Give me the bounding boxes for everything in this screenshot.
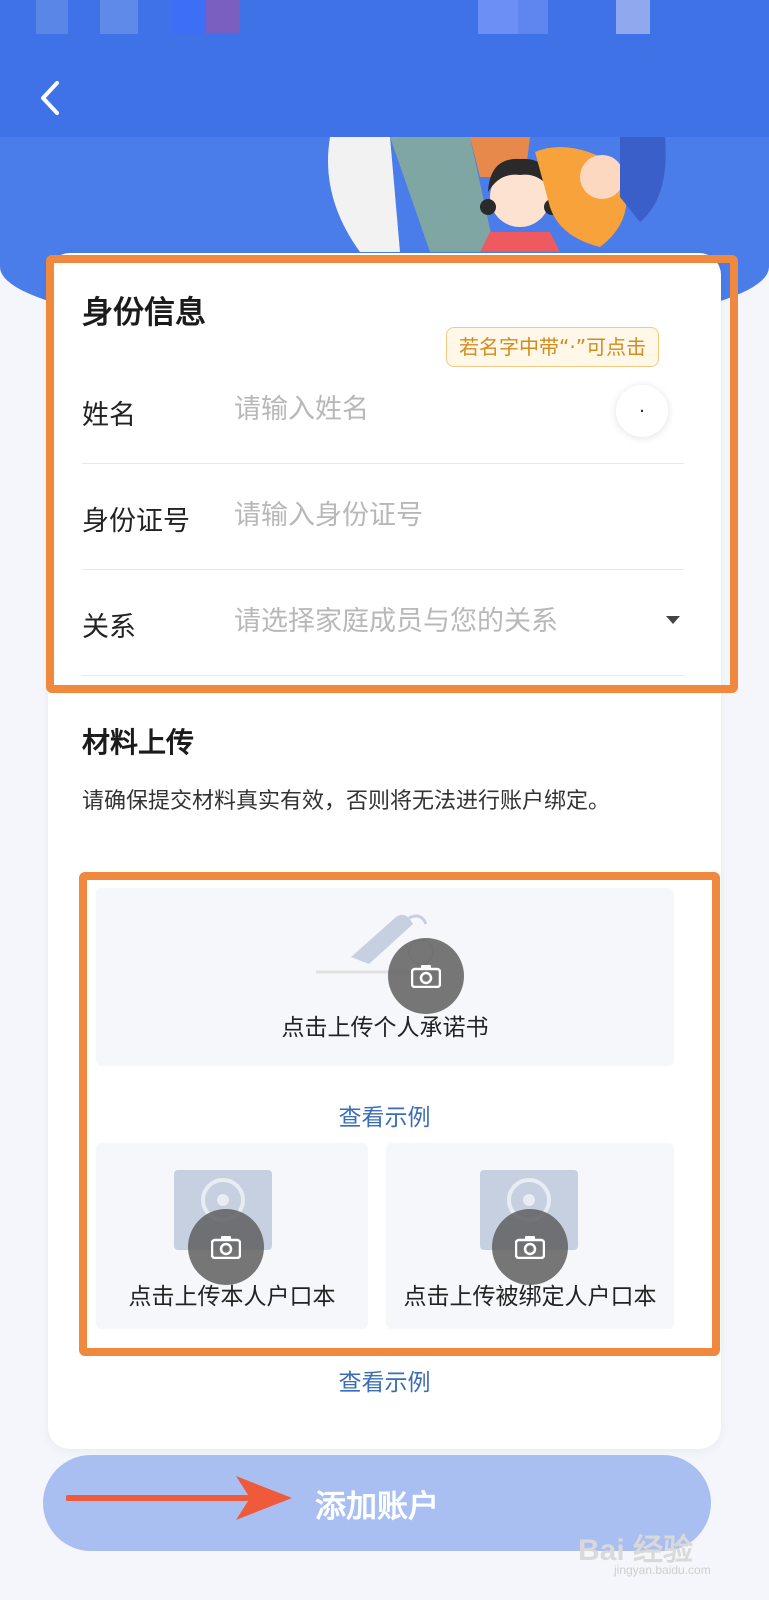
status-bar: [0, 0, 769, 34]
bound-hukou-upload-box[interactable]: 点击上传被绑定人户口本: [386, 1143, 674, 1329]
back-button[interactable]: [32, 76, 68, 120]
id-number-label: 身份证号: [82, 506, 190, 537]
middle-dot-button[interactable]: ·: [616, 385, 668, 437]
baidu-jingyan-watermark: Bai 经验 jingyan.baidu.com: [578, 1525, 758, 1583]
name-input[interactable]: [234, 387, 614, 431]
name-label: 姓名: [82, 400, 136, 431]
family-illustration: [328, 137, 666, 252]
dropdown-arrow-icon: [666, 616, 680, 624]
relation-select[interactable]: [234, 599, 654, 643]
chevron-left-icon: [41, 81, 59, 115]
own-hukou-upload-label: 点击上传本人户口本: [128, 1284, 336, 1310]
top-navigation-bar: [0, 0, 769, 137]
camera-icon: [492, 1209, 568, 1285]
bound-hukou-upload-label: 点击上传被绑定人户口本: [403, 1284, 657, 1310]
own-hukou-upload-box[interactable]: 点击上传本人户口本: [96, 1143, 368, 1329]
middle-dot-label: ·: [639, 400, 645, 422]
relation-label: 关系: [82, 612, 136, 643]
promise-upload-label: 点击上传个人承诺书: [281, 1015, 489, 1041]
name-row: 姓名 ·: [82, 357, 684, 464]
identity-section-title: 身份信息: [82, 295, 206, 331]
view-example-link-2[interactable]: 查看示例: [48, 1363, 721, 1397]
view-example-link-1[interactable]: 查看示例: [48, 1098, 721, 1132]
relation-row[interactable]: 关系: [82, 569, 684, 676]
camera-icon: [388, 938, 464, 1014]
promise-upload-box[interactable]: 点击上传个人承诺书: [96, 888, 674, 1066]
annotation-arrow-icon: [66, 1476, 292, 1520]
id-number-row: 身份证号: [82, 463, 684, 570]
materials-section-title: 材料上传: [82, 726, 195, 759]
materials-description: 请确保提交材料真实有效，否则将无法进行账户绑定。: [82, 789, 611, 814]
camera-icon: [188, 1209, 264, 1285]
watermark-url: jingyan.baidu.com: [614, 1563, 711, 1577]
form-card: 身份信息 若名字中带“·”可点击 姓名 · 身份证号 关系 材料上传 请确保提交…: [48, 253, 721, 1449]
id-number-input[interactable]: [234, 493, 614, 537]
